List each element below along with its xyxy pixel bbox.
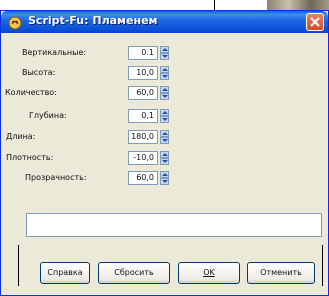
title-bar[interactable]: Script-Fu: Пламенем: [1, 11, 328, 33]
cancel-button[interactable]: Отменить: [247, 262, 315, 284]
spin-arrows-icon[interactable]: [160, 109, 169, 123]
param-field-amount[interactable]: 60,0: [128, 86, 158, 100]
spin-arrows-icon[interactable]: [160, 171, 169, 185]
param-field-height[interactable]: 10,0: [128, 66, 158, 80]
script-fu-dialog: Script-Fu: Пламенем Вертикальные: 0.1 Вы…: [0, 10, 329, 296]
param-row-density: Плотность: -10,0: [1, 150, 328, 168]
param-label: Длина:: [6, 132, 36, 141]
reset-button-label: Сбросить: [114, 268, 154, 277]
script-fu-icon: [8, 15, 22, 30]
param-row-transparency: Прозрачность: 60,0: [1, 170, 328, 188]
help-button-label: Справка: [47, 268, 83, 277]
ok-button-label: OK: [203, 268, 215, 277]
help-button[interactable]: Справка: [40, 262, 90, 284]
spin-arrows-icon[interactable]: [160, 130, 169, 144]
close-button[interactable]: [306, 13, 324, 31]
param-field-vertical[interactable]: 0.1: [128, 46, 158, 60]
param-label: Высота:: [22, 68, 56, 77]
param-label: Количество:: [5, 88, 57, 97]
spin-arrows-icon[interactable]: [160, 86, 169, 100]
spin-arrows-icon[interactable]: [160, 151, 169, 165]
param-row-height: Высота: 10,0: [1, 65, 328, 83]
param-label: Прозрачность:: [25, 173, 87, 182]
param-row-vertical: Вертикальные: 0.1: [1, 45, 328, 63]
param-field-depth[interactable]: 0,1: [128, 109, 158, 123]
param-row-amount: Количество: 60,0: [1, 85, 328, 103]
close-icon: [310, 17, 320, 27]
window-title: Script-Fu: Пламенем: [28, 14, 158, 27]
spin-arrows-icon[interactable]: [160, 46, 169, 60]
param-field-density[interactable]: -10,0: [128, 151, 158, 165]
param-label: Вертикальные:: [22, 48, 87, 57]
reset-button[interactable]: Сбросить: [98, 262, 170, 284]
frame-edge-right: [322, 245, 323, 286]
param-label: Плотность:: [6, 153, 54, 162]
param-row-depth: Глубина: 0,1: [1, 108, 328, 126]
message-area[interactable]: [26, 213, 322, 237]
frame-edge-left: [18, 245, 19, 286]
cancel-button-label: Отменить: [260, 268, 302, 277]
param-field-length[interactable]: 180,0: [128, 130, 158, 144]
ok-button[interactable]: OK: [178, 262, 240, 284]
param-row-length: Длина: 180,0: [1, 129, 328, 147]
spin-arrows-icon[interactable]: [160, 66, 169, 80]
param-label: Глубина:: [29, 111, 67, 120]
param-field-transparency[interactable]: 60,0: [128, 171, 158, 185]
